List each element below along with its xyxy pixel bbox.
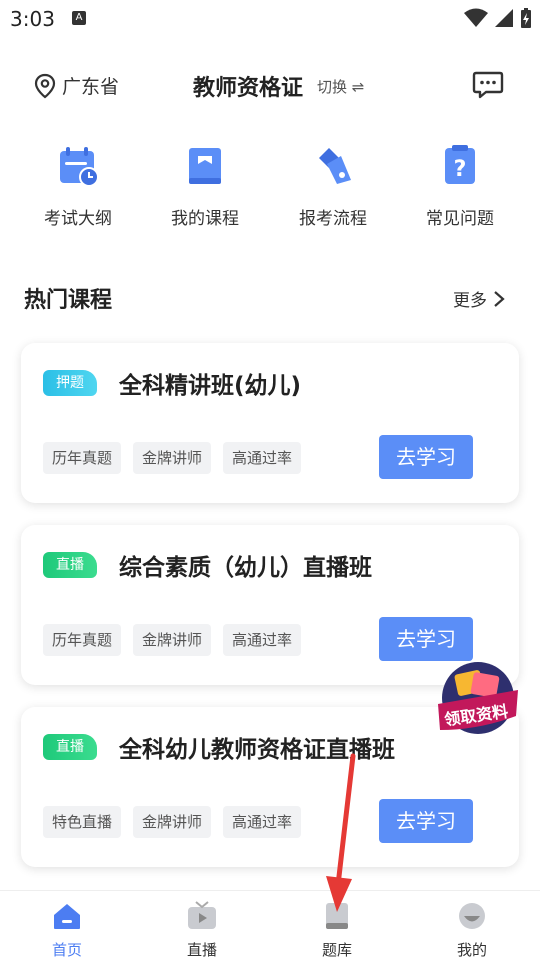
quick-nav: 考试大纲 我的课程 报考流程 ? 常见问题 [0, 140, 540, 230]
course-tag: 高通过率 [223, 442, 302, 474]
tab-home[interactable]: 首页 [27, 901, 107, 960]
chat-icon [472, 71, 504, 99]
course-card[interactable]: 押题 全科精讲班(幼儿) 历年真题 金牌讲师 高通过率 去学习 [21, 343, 519, 503]
notification-icon: A [72, 11, 86, 25]
study-button[interactable]: 去学习 [379, 617, 473, 661]
course-badge: 直播 [43, 734, 97, 760]
top-header: 广东省 教师资格证 切换 ⇌ [0, 58, 540, 114]
chevron-right-icon [494, 290, 505, 307]
quick-nav-label: 我的课程 [171, 209, 239, 229]
book-icon [189, 148, 221, 184]
course-tag: 高通过率 [223, 806, 302, 838]
course-tags: 历年真题 金牌讲师 高通过率 [43, 442, 302, 474]
profile-icon [459, 903, 485, 929]
tab-question-bank[interactable]: 题库 [297, 901, 377, 960]
svg-text:?: ? [454, 157, 467, 182]
question-icon: ? [445, 145, 475, 184]
course-title: 全科精讲班(幼儿) [119, 373, 302, 399]
quick-nav-my-courses[interactable]: 我的课程 [140, 140, 270, 229]
study-button[interactable]: 去学习 [379, 435, 473, 479]
quick-nav-label: 常见问题 [426, 209, 494, 229]
quick-nav-label: 报考流程 [299, 209, 367, 229]
tab-label: 我的 [456, 941, 487, 959]
course-tag: 历年真题 [43, 624, 122, 656]
course-tag: 特色直播 [43, 806, 122, 838]
section-title: 热门课程 [24, 288, 113, 313]
more-label: 更多 [453, 291, 487, 311]
location-pin-icon [34, 73, 56, 98]
tab-live[interactable]: 直播 [162, 901, 242, 960]
course-tag: 金牌讲师 [133, 624, 212, 656]
tab-label: 题库 [321, 941, 352, 959]
course-tags: 特色直播 金牌讲师 高通过率 [43, 806, 302, 838]
course-tag: 金牌讲师 [133, 806, 212, 838]
tab-profile[interactable]: 我的 [432, 901, 512, 960]
signal-icon [495, 9, 513, 27]
course-tag: 历年真题 [43, 442, 122, 474]
question-bank-icon [326, 903, 348, 929]
tab-label: 直播 [186, 941, 217, 959]
bottom-nav: 首页 直播 题库 我的 [0, 890, 540, 960]
course-title: 综合素质（幼儿）直播班 [119, 555, 372, 581]
course-badge: 直播 [43, 552, 97, 578]
study-button[interactable]: 去学习 [379, 799, 473, 843]
tab-label: 首页 [51, 941, 82, 959]
status-bar: 3:03 A [0, 0, 540, 38]
battery-icon [521, 8, 531, 28]
message-button[interactable] [472, 70, 504, 104]
get-materials-promo[interactable]: 领取资料 [432, 660, 524, 744]
wifi-icon [464, 8, 488, 27]
course-tag: 金牌讲师 [133, 442, 212, 474]
quick-nav-faq[interactable]: ? 常见问题 [395, 140, 525, 229]
course-tag: 高通过率 [223, 624, 302, 656]
pen-icon [319, 148, 351, 184]
quick-nav-registration[interactable]: 报考流程 [268, 140, 398, 229]
tv-icon [188, 901, 216, 929]
switch-exam-button[interactable]: 切换 ⇌ [317, 76, 364, 97]
status-time: 3:03 [10, 7, 55, 31]
course-title: 全科幼儿教师资格证直播班 [119, 737, 395, 763]
exam-title: 教师资格证 [193, 76, 304, 101]
course-badge: 押题 [43, 370, 97, 396]
more-link[interactable]: 更多 [453, 286, 505, 311]
quick-nav-exam-outline[interactable]: 考试大纲 [13, 140, 143, 229]
status-icons [464, 6, 532, 30]
location-label: 广东省 [62, 76, 120, 98]
quick-nav-label: 考试大纲 [44, 209, 112, 229]
calendar-icon [60, 147, 99, 187]
course-tags: 历年真题 金牌讲师 高通过率 [43, 624, 302, 656]
home-icon [54, 904, 80, 929]
location-selector[interactable]: 广东省 [34, 72, 119, 99]
